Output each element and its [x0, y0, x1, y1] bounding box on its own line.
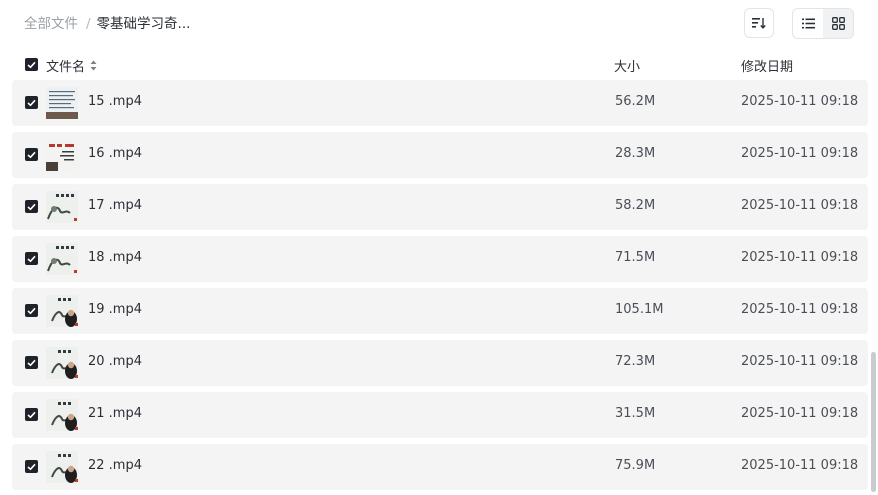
list-view-button[interactable] — [793, 9, 823, 38]
file-row[interactable]: 18 .mp4 71.5M 2025-10-11 09:18 — [12, 236, 868, 282]
file-row[interactable]: 19 .mp4 105.1M 2025-10-11 09:18 — [12, 288, 868, 334]
file-date: 2025-10-11 09:18 — [741, 302, 859, 317]
file-size: 28.3M — [615, 146, 656, 161]
video-thumbnail — [46, 295, 78, 327]
file-date: 2025-10-11 09:18 — [741, 250, 859, 265]
row-checkbox[interactable] — [25, 460, 38, 473]
file-date: 2025-10-11 09:18 — [741, 94, 859, 109]
check-icon — [27, 463, 36, 470]
check-icon — [27, 411, 36, 418]
breadcrumb-separator: / — [86, 16, 91, 32]
video-thumbnail — [46, 87, 78, 119]
breadcrumb-root[interactable]: 全部文件 — [24, 14, 78, 34]
file-row[interactable]: 21 .mp4 31.5M 2025-10-11 09:18 — [12, 392, 868, 438]
row-checkbox[interactable] — [25, 200, 38, 213]
grid-view-button[interactable] — [823, 9, 853, 38]
name-column-label: 文件名 — [46, 60, 86, 75]
sort-button[interactable] — [744, 8, 774, 38]
size-column-header[interactable]: 大小 — [614, 56, 640, 75]
video-thumbnail — [46, 451, 78, 483]
file-name[interactable]: 17 .mp4 — [88, 198, 142, 213]
video-thumbnail — [46, 243, 78, 275]
video-thumbnail — [46, 191, 78, 223]
file-size: 71.5M — [615, 250, 656, 265]
video-thumbnail — [46, 399, 78, 431]
check-icon — [27, 307, 36, 314]
list-view-icon — [801, 18, 815, 29]
check-icon — [27, 99, 36, 106]
file-name[interactable]: 22 .mp4 — [88, 458, 142, 473]
file-date: 2025-10-11 09:18 — [741, 406, 859, 421]
check-icon — [27, 151, 36, 158]
file-size: 75.9M — [615, 458, 656, 473]
check-icon — [27, 359, 36, 366]
check-icon — [27, 203, 36, 210]
file-date: 2025-10-11 09:18 — [741, 354, 859, 369]
select-all-checkbox[interactable] — [25, 58, 38, 71]
view-toggle — [792, 8, 854, 39]
file-name[interactable]: 19 .mp4 — [88, 302, 142, 317]
breadcrumb: 全部文件 / 零基础学习奇... — [24, 14, 190, 34]
name-column-header[interactable]: 文件名 — [46, 56, 97, 75]
file-row[interactable]: 17 .mp4 58.2M 2025-10-11 09:18 — [12, 184, 868, 230]
top-bar: 全部文件 / 零基础学习奇... — [0, 0, 878, 48]
grid-view-icon — [831, 17, 845, 30]
file-list-header: 文件名 大小 修改日期 — [0, 50, 878, 78]
file-size: 58.2M — [615, 198, 656, 213]
video-thumbnail — [46, 347, 78, 379]
scrollbar[interactable] — [871, 352, 876, 492]
sort-icon — [752, 18, 766, 29]
file-name[interactable]: 21 .mp4 — [88, 406, 142, 421]
check-icon — [27, 255, 36, 262]
check-icon — [27, 61, 36, 68]
breadcrumb-current: 零基础学习奇... — [96, 16, 191, 32]
file-row[interactable]: 22 .mp4 75.9M 2025-10-11 09:18 — [12, 444, 868, 490]
file-date: 2025-10-11 09:18 — [741, 198, 859, 213]
video-thumbnail — [46, 139, 78, 171]
file-name[interactable]: 20 .mp4 — [88, 354, 142, 369]
file-row[interactable]: 20 .mp4 72.3M 2025-10-11 09:18 — [12, 340, 868, 386]
row-checkbox[interactable] — [25, 252, 38, 265]
row-checkbox[interactable] — [25, 96, 38, 109]
file-date: 2025-10-11 09:18 — [741, 146, 859, 161]
file-size: 31.5M — [615, 406, 656, 421]
date-column-header[interactable]: 修改日期 — [741, 56, 793, 75]
row-checkbox[interactable] — [25, 408, 38, 421]
file-date: 2025-10-11 09:18 — [741, 458, 859, 473]
file-size: 72.3M — [615, 354, 656, 369]
file-row[interactable]: 15 .mp4 56.2M 2025-10-11 09:18 — [12, 80, 868, 126]
file-name[interactable]: 16 .mp4 — [88, 146, 142, 161]
sort-arrows-icon — [90, 60, 97, 71]
file-row[interactable]: 16 .mp4 28.3M 2025-10-11 09:18 — [12, 132, 868, 178]
file-name[interactable]: 15 .mp4 — [88, 94, 142, 109]
row-checkbox[interactable] — [25, 304, 38, 317]
file-size: 56.2M — [615, 94, 656, 109]
row-checkbox[interactable] — [25, 148, 38, 161]
file-name[interactable]: 18 .mp4 — [88, 250, 142, 265]
row-checkbox[interactable] — [25, 356, 38, 369]
file-size: 105.1M — [615, 302, 664, 317]
